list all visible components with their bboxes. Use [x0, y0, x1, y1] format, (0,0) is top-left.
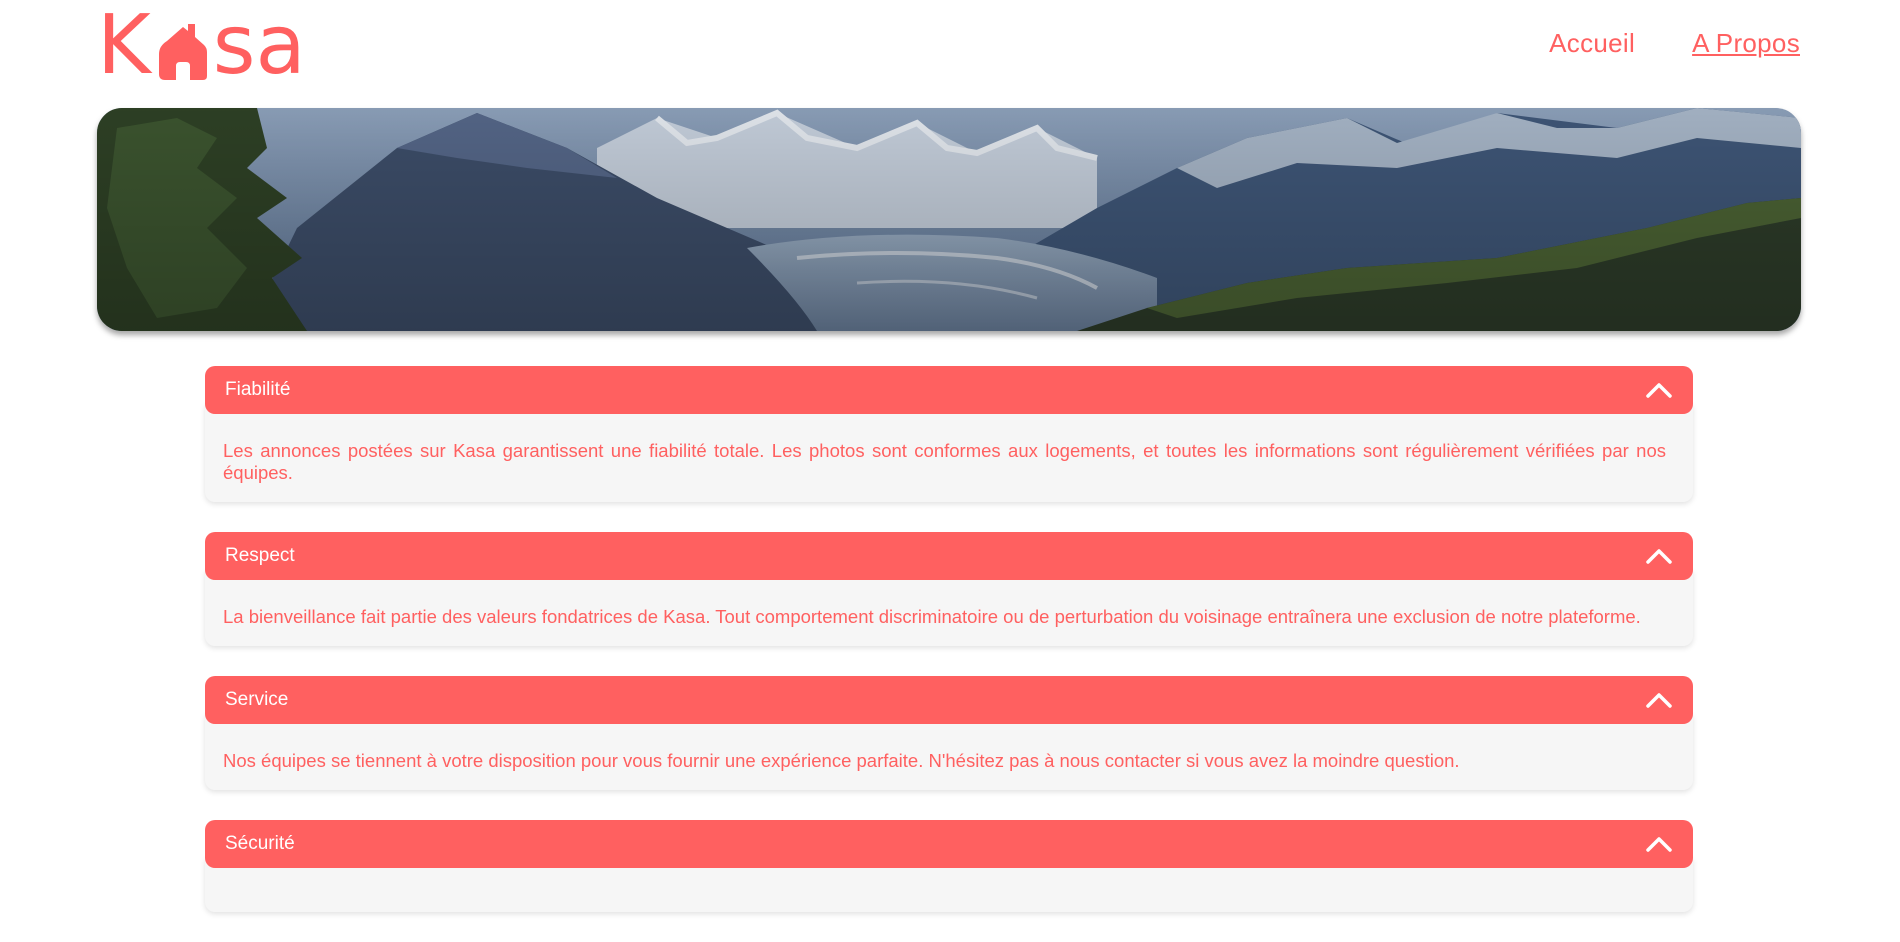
collapse-title: Service	[225, 689, 289, 710]
collapse-header-respect[interactable]: Respect	[205, 532, 1693, 580]
logo-letter-k: K	[97, 0, 151, 93]
logo-letters-sa: sa	[212, 0, 306, 93]
kasa-logo[interactable]: K sa	[97, 0, 312, 93]
chevron-up-icon[interactable]	[1645, 834, 1673, 854]
collapse-header-fiabilite[interactable]: Fiabilité	[205, 366, 1693, 414]
collapse-respect: Respect La bienveillance fait partie des…	[205, 532, 1693, 646]
collapse-header-securite[interactable]: Sécurité	[205, 820, 1693, 868]
hero-banner-image	[97, 108, 1801, 331]
main-nav: Accueil A Propos	[1549, 28, 1800, 59]
collapse-text: Les annonces postées sur Kasa garantisse…	[223, 440, 1666, 483]
house-icon	[157, 10, 209, 82]
collapse-title: Respect	[225, 545, 295, 566]
collapse-body-service: Nos équipes se tiennent à votre disposit…	[205, 714, 1693, 790]
collapse-title: Fiabilité	[225, 379, 291, 400]
nav-link-a-propos[interactable]: A Propos	[1692, 28, 1800, 59]
collapse-service: Service Nos équipes se tiennent à votre …	[205, 676, 1693, 790]
collapse-title: Sécurité	[225, 833, 295, 854]
collapse-text: La bienveillance fait partie des valeurs…	[223, 606, 1641, 627]
collapse-securite: Sécurité	[205, 820, 1693, 912]
collapse-fiabilite: Fiabilité Les annonces postées sur Kasa …	[205, 366, 1693, 502]
collapse-body-fiabilite: Les annonces postées sur Kasa garantisse…	[205, 404, 1693, 502]
nav-link-accueil[interactable]: Accueil	[1549, 28, 1635, 59]
about-values-list: Fiabilité Les annonces postées sur Kasa …	[205, 366, 1693, 942]
chevron-up-icon[interactable]	[1645, 690, 1673, 710]
site-header: K sa Accueil A Propos	[0, 0, 1900, 100]
chevron-up-icon[interactable]	[1645, 380, 1673, 400]
collapse-body-respect: La bienveillance fait partie des valeurs…	[205, 570, 1693, 646]
collapse-text: Nos équipes se tiennent à votre disposit…	[223, 750, 1460, 771]
collapse-header-service[interactable]: Service	[205, 676, 1693, 724]
chevron-up-icon[interactable]	[1645, 546, 1673, 566]
